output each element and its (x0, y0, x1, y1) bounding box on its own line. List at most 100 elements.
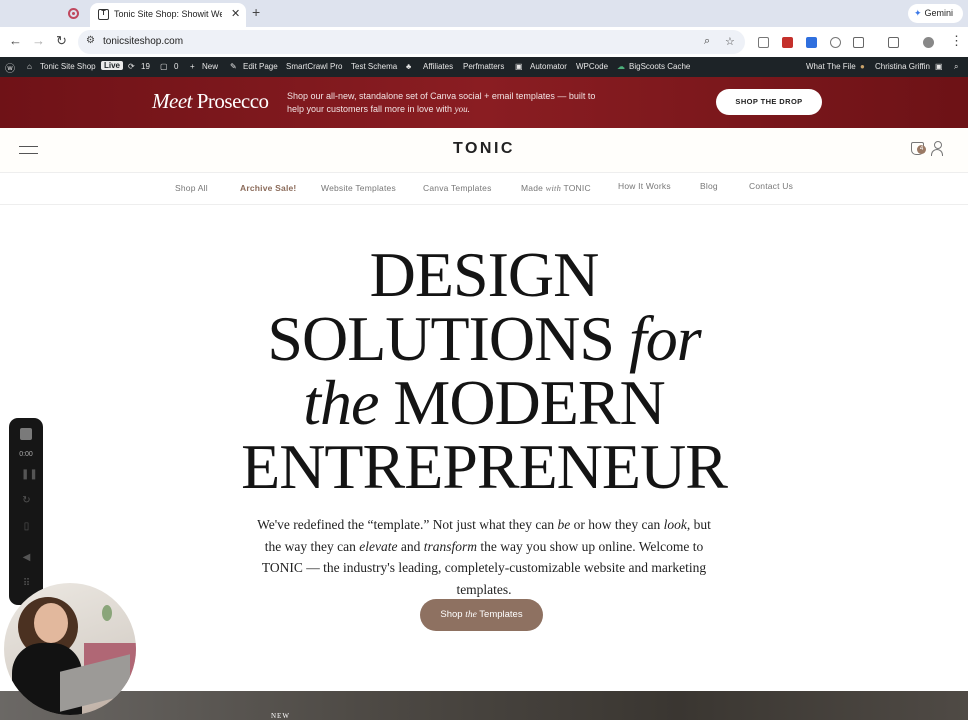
nav-website-templates[interactable]: Website Templates (321, 183, 396, 193)
profile-avatar-icon[interactable] (923, 37, 934, 48)
user-avatar-icon[interactable]: ● (860, 62, 865, 71)
stop-recording-icon[interactable] (20, 428, 32, 440)
copy-part-4: and (397, 538, 424, 554)
trash-icon[interactable]: ▯ (21, 521, 32, 532)
shop-the-templates-button[interactable]: Shop the Templates (420, 599, 543, 631)
site-info-icon[interactable]: ⚙ (86, 35, 95, 46)
nav-canva-templates[interactable]: Canva Templates (423, 183, 492, 193)
copy-elevate: elevate (359, 538, 398, 554)
copy-part-1: We've redefined the “template.” Not just… (257, 517, 558, 532)
copy-part-2: or how they can (570, 517, 664, 532)
tab-close-icon[interactable]: ✕ (231, 7, 240, 20)
user-square-icon[interactable]: ▣ (935, 62, 943, 71)
hero-section: DESIGN SOLUTIONS for the MODERN ENTREPRE… (0, 205, 968, 691)
wp-search-icon[interactable]: ⌕ (954, 62, 958, 72)
gemini-sparkle-icon: ✦ (914, 8, 922, 18)
wp-wpcode[interactable]: WPCode (576, 62, 608, 71)
hero-description: We've redefined the “template.” Not just… (256, 514, 712, 600)
nav-blog[interactable]: Blog (700, 181, 718, 191)
copy-look: look (663, 517, 687, 532)
wp-test-schema[interactable]: Test Schema (351, 62, 397, 71)
affiliates-icon[interactable]: ♣ (406, 62, 411, 71)
back-arrow-icon[interactable]: ← (9, 33, 22, 48)
restart-icon[interactable]: ↻ (21, 495, 32, 506)
nav-made-with-tonic[interactable]: Made with TONIC (521, 183, 591, 193)
wp-perfmatters[interactable]: Perfmatters (463, 62, 504, 71)
edit-pencil-icon[interactable]: ✎ (230, 62, 237, 71)
wp-site-name[interactable]: Tonic Site Shop (40, 62, 96, 71)
comments-icon[interactable]: ▢ (160, 62, 168, 71)
browser-tab-active[interactable]: T Tonic Site Shop: Showit Website Templa… (90, 3, 246, 27)
wp-what-the-file[interactable]: What The File (806, 62, 856, 71)
browser-toolbar: ← → ↻ ⚙ tonicsiteshop.com ⌕ ☆ ⋮ (0, 27, 968, 57)
tab-title: Tonic Site Shop: Showit Website Template… (114, 9, 222, 19)
live-badge: Live (101, 61, 124, 70)
red-extension-icon[interactable] (782, 37, 793, 48)
gemini-button[interactable]: ✦ Gemini (908, 4, 963, 23)
headline-line-1: DESIGN (369, 239, 600, 310)
bigscoots-cloud-icon[interactable]: ☁ (617, 62, 625, 71)
nav-contact-us[interactable]: Contact Us (749, 181, 793, 191)
recording-time: 0:00 (19, 451, 33, 458)
pause-icon[interactable]: ❚❚ (21, 469, 38, 480)
new-plus-icon[interactable]: + (190, 62, 195, 71)
mute-icon[interactable]: ◀ (21, 552, 32, 563)
drag-handle-icon[interactable]: ⠿ (21, 578, 32, 589)
headline-line-3: the MODERN (0, 371, 968, 435)
tab-favicon-icon: T (98, 9, 109, 20)
extensions-puzzle-icon[interactable] (853, 37, 864, 48)
wp-affiliates[interactable]: Affiliates (423, 62, 453, 71)
cta-the: the (465, 610, 477, 620)
wp-admin-bar: ⓦ ⌂ Tonic Site Shop Live ⟳ 19 ▢ 0 + New … (0, 57, 968, 77)
chat-extension-icon[interactable] (830, 37, 841, 48)
promo-banner: Meet Prosecco Shop our all-new, standalo… (0, 77, 968, 128)
cta-shop: Shop (440, 609, 463, 620)
new-label: NEW (271, 712, 290, 720)
promo-text-main: Shop our all-new, standalone set of Canv… (287, 91, 596, 114)
nav-archive-sale[interactable]: Archive Sale! (240, 183, 296, 193)
wp-edit-page[interactable]: Edit Page (243, 62, 278, 71)
promo-title-rest: Prosecco (196, 89, 269, 113)
nav-tonic: TONIC (563, 183, 591, 193)
hero-headline: DESIGN SOLUTIONS for the MODERN ENTREPRE… (0, 243, 968, 499)
updates-icon[interactable]: ⟳ (128, 62, 135, 71)
address-bar[interactable]: ⚙ tonicsiteshop.com ⌕ ☆ (78, 30, 745, 54)
comments-count[interactable]: 0 (174, 62, 178, 71)
updates-count[interactable]: 19 (141, 62, 150, 71)
wp-automator[interactable]: Automator (530, 62, 567, 71)
zoom-icon[interactable]: ⌕ (704, 35, 710, 48)
wp-bigscoots-cache[interactable]: BigScoots Cache (629, 62, 690, 71)
screen-recorder-panel: 0:00 ❚❚ ↻ ▯ ◀ ⠿ (9, 418, 43, 605)
nav-shop-all[interactable]: Shop All (175, 183, 208, 193)
headline-for: for (628, 303, 702, 374)
promo-text-italic: you. (454, 104, 470, 114)
webcam-bubble[interactable] (4, 583, 136, 715)
next-section-image: NEW (0, 691, 968, 720)
site-header: TONIC 4 (0, 128, 968, 172)
wp-smartcrawl[interactable]: SmartCrawl Pro (286, 62, 342, 71)
browser-menu-icon[interactable]: ⋮ (950, 33, 963, 49)
camera-extension-icon[interactable] (758, 37, 769, 48)
reload-icon[interactable]: ↻ (56, 33, 67, 49)
automator-icon[interactable]: ▣ (515, 62, 523, 71)
wordpress-logo-icon[interactable]: ⓦ (5, 60, 15, 75)
wp-new[interactable]: New (202, 62, 218, 71)
headline-modern: MODERN (393, 367, 665, 438)
headline-the: the (303, 367, 379, 438)
wp-user-name[interactable]: Christina Griffin (875, 62, 930, 71)
account-user-icon[interactable] (931, 141, 943, 157)
bookmark-star-icon[interactable]: ☆ (725, 35, 735, 48)
url-text: tonicsiteshop.com (103, 36, 184, 47)
nav-how-it-works[interactable]: How It Works (618, 181, 671, 191)
tab-search-icon[interactable] (888, 37, 899, 48)
home-icon[interactable]: ⌂ (27, 62, 32, 71)
shop-the-drop-button[interactable]: SHOP THE DROP (716, 89, 822, 115)
new-tab-icon[interactable]: + (252, 4, 260, 20)
forward-arrow-icon[interactable]: → (32, 33, 45, 48)
promo-title: Meet Prosecco (152, 89, 269, 114)
site-logo[interactable]: TONIC (0, 140, 968, 158)
webcam-person-face (34, 603, 68, 643)
nav-with: with (545, 183, 562, 193)
blue-extension-icon[interactable] (806, 37, 817, 48)
cta-templates: Templates (479, 609, 523, 620)
